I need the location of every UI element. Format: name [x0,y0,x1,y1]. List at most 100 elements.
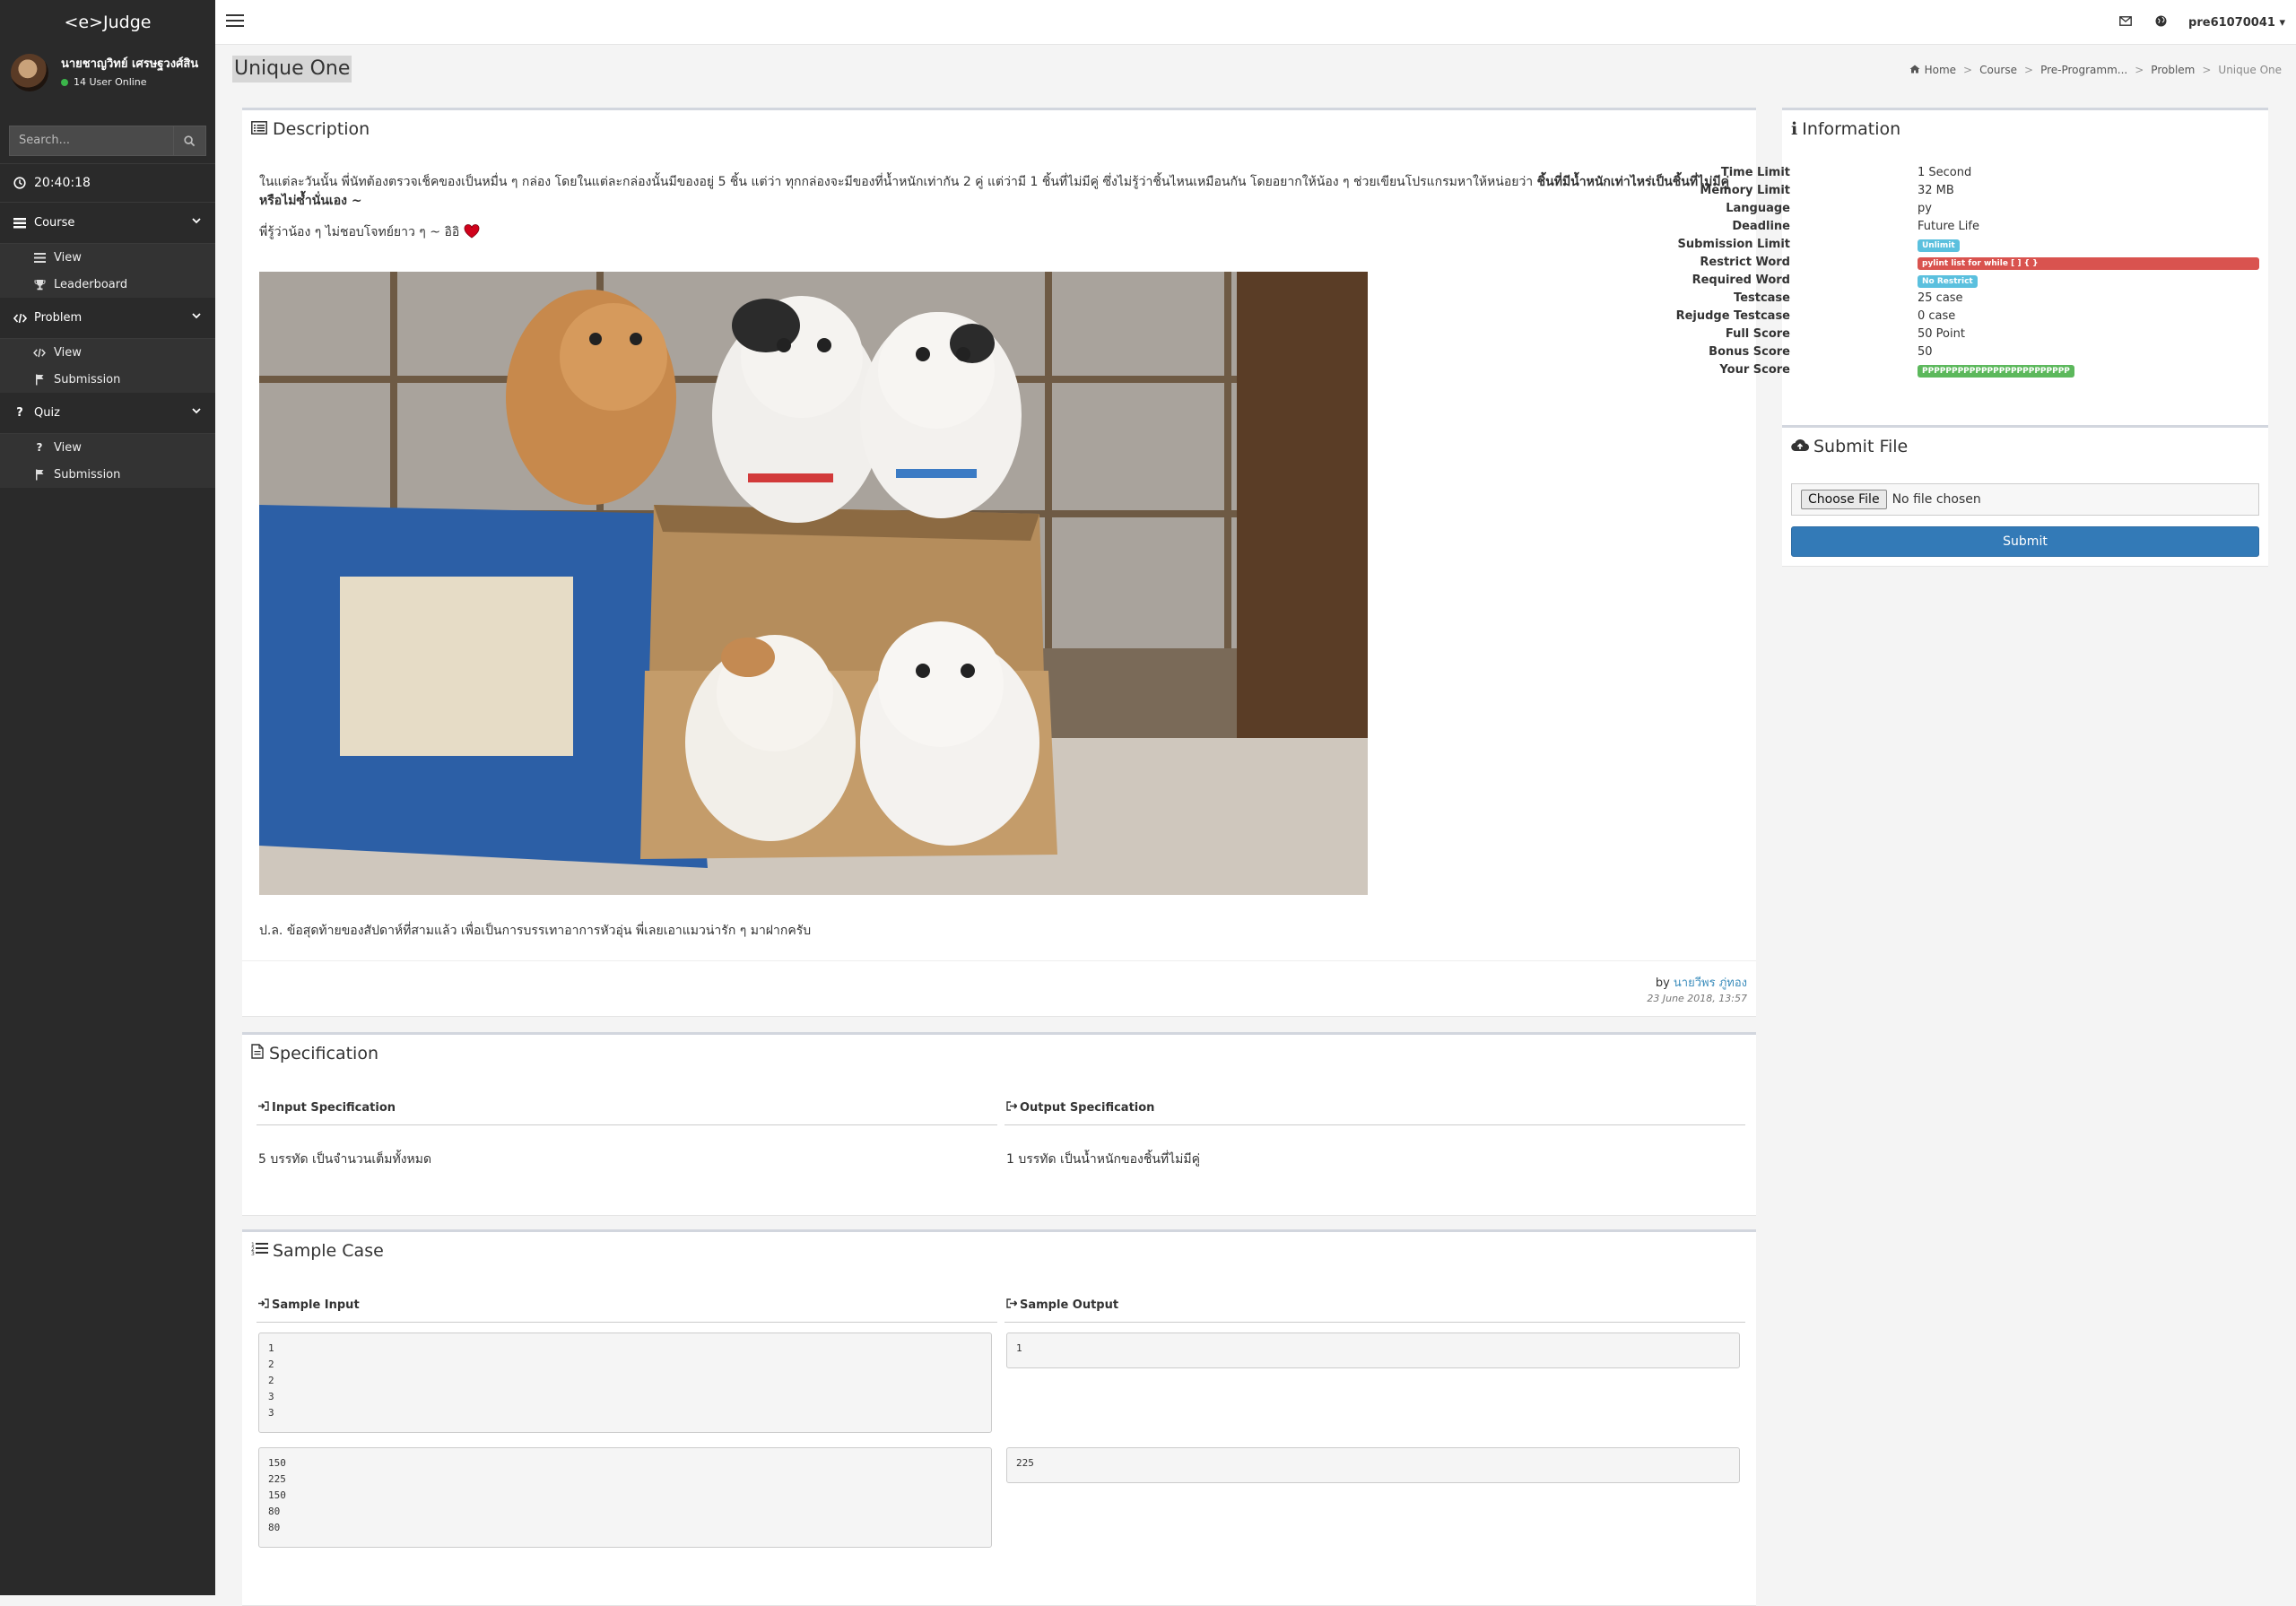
information-box: i Information Time Limit 1 Second Memory L… [1676,108,2268,454]
sidebar-item-label: Submission [54,372,121,386]
sidebar-course[interactable]: Course [0,203,215,244]
code-icon [13,313,27,324]
author-link[interactable]: นายวีพร ภู่ทอง [1674,977,1747,990]
info-label: Testcase [1734,291,1790,305]
breadcrumb-home[interactable]: Home [1925,64,1956,76]
info-value: 0 case [1918,309,1956,323]
user-panel: นายชาญวิทย์ เศรษฐวงศ์สิน 14 User Online [0,45,215,115]
sidebar-item-problem-view[interactable]: View [0,339,215,366]
submit-file-title: Submit File [1791,437,1908,456]
clock-time: 20:40:18 [34,176,91,190]
online-dot-icon [61,78,68,86]
problem-submenu: View Submission [0,339,215,393]
sidebar-item-problem-submission[interactable]: Submission [0,366,215,393]
menu-toggle-icon[interactable] [226,13,244,31]
sample-output-2[interactable]: 225 [1006,1447,1740,1483]
heart-icon [464,224,480,239]
code-icon [32,348,47,358]
sample-divider [257,1322,997,1323]
info-value: 50 [1918,345,1933,359]
cats-in-boxes-image [259,272,1368,895]
info-badge: Unlimit [1918,238,1960,252]
sign-out-icon [1006,1101,1018,1115]
status-badge: PPPPPPPPPPPPPPPPPPPPPPPPP [1918,365,2074,378]
breadcrumb-current: Unique One [2218,64,2282,76]
sidebar-item-course-view[interactable]: View [0,244,215,271]
list-icon [32,252,47,263]
clock-icon [13,177,27,189]
info-label: Deadline [1732,220,1790,233]
search-button[interactable] [174,126,206,156]
sidebar-course-label: Course [34,216,75,230]
information-title: i Information [1791,119,1900,139]
status-badge: Unlimit [1918,239,1960,252]
posted-date: 23 June 2018, 13:57 [1647,993,1747,1004]
specification-title: Specification [251,1044,378,1063]
specification-title-text: Specification [269,1044,378,1063]
input-spec-label: Input Specification [272,1101,396,1115]
quiz-submenu: ? View Submission [0,434,215,488]
list-alt-icon [251,119,267,139]
submit-button[interactable]: Submit [1791,526,2259,557]
sidebar-item-quiz-submission[interactable]: Submission [0,461,215,488]
submit-file-title-text: Submit File [1813,437,1909,456]
brand-logo[interactable]: <e>Judge [0,0,215,45]
info-row: Rejudge Testcase 0 case [1676,309,2268,327]
info-icon: i [1791,119,1798,139]
choose-file-button[interactable]: Choose File [1801,490,1887,509]
flag-icon [32,469,47,481]
info-row: Restrict Word pylint list for while [ ] {… [1700,256,2268,273]
sign-in-icon [258,1298,269,1312]
output-spec-label: Output Specification [1020,1101,1155,1115]
info-badge: No Restrict [1918,273,1978,288]
mail-icon[interactable] [2119,15,2132,30]
spec-divider [257,1124,997,1125]
info-value: 25 case [1918,291,1963,305]
info-label: Your Score [1719,363,1790,377]
output-spec-text: 1 บรรทัด เป็นน้ำหนักของชิ้นที่ไม่มีคู่ [1006,1152,1200,1167]
sidebar-quiz[interactable]: ? Quiz [0,393,215,434]
sidebar-item-leaderboard[interactable]: Leaderboard [0,271,215,298]
sidebar-problem[interactable]: Problem [0,298,215,339]
list-ol-icon: 123 [251,1241,269,1261]
info-value: Future Life [1918,220,1979,233]
sample-output-1[interactable]: 1 [1006,1333,1740,1368]
info-row: Submission Limit Unlimit [1677,238,2268,256]
navbar-right: pre61070041 ▾ [2119,0,2285,45]
sidebar: <e>Judge นายชาญวิทย์ เศรษฐวงศ์สิน 14 Use… [0,0,215,1595]
author-line: by นายวีพร ภู่ทอง [1656,973,1747,992]
input-spec-text: 5 บรรทัด เป็นจำนวนเต็มทั้งหมด [258,1152,432,1167]
description-title: Description [251,119,370,139]
globe-icon[interactable] [2155,15,2167,30]
info-badge: PPPPPPPPPPPPPPPPPPPPPPPPP [1918,363,2074,378]
breadcrumb-problem[interactable]: Problem [2151,64,2195,76]
description-box: Description ในแต่ละวันนั้น พี่นัทต้องตรว… [242,108,1756,1017]
by-label: by [1655,977,1670,990]
user-full-name: นายชาญวิทย์ เศรษฐวงศ์สิน [61,57,199,71]
sidebar-item-label: View [54,250,82,265]
sidebar-item-quiz-view[interactable]: ? View [0,434,215,461]
description-para1: ในแต่ละวันนั้น พี่นัทต้องตรวจเช็คของเป็น… [259,175,1534,189]
output-spec-heading: Output Specification [1006,1101,1154,1115]
question-icon: ? [36,441,43,454]
breadcrumb-course[interactable]: Course [1979,64,2017,76]
sample-input-1[interactable]: 1 2 2 3 3 [258,1333,992,1433]
info-row: Deadline Future Life [1732,220,2268,238]
info-value: 32 MB [1918,184,1954,197]
breadcrumb-course-name[interactable]: Pre-Programm... [2040,64,2127,76]
sample-input-2[interactable]: 150 225 150 80 80 [258,1447,992,1548]
sidebar-quiz-label: Quiz [34,406,60,420]
user-menu[interactable]: pre61070041 ▾ [2188,16,2285,30]
question-icon: ? [16,406,23,420]
submit-file-box: Submit File Choose File No file chosen S… [1782,425,2268,567]
sample-input-heading: Sample Input [258,1298,360,1312]
sample-input-label: Sample Input [272,1298,360,1312]
description-body: ในแต่ละวันนั้น พี่นัทต้องตรวจเช็คของเป็น… [259,173,1730,242]
info-label: Restrict Word [1700,256,1790,269]
file-input[interactable]: Choose File No file chosen [1791,483,2259,516]
online-status: 14 User Online [61,76,213,88]
top-navbar: pre61070041 ▾ [215,0,2296,45]
description-title-text: Description [273,119,370,139]
search-input[interactable]: Search... [9,126,174,156]
svg-text:3: 3 [251,1251,255,1256]
